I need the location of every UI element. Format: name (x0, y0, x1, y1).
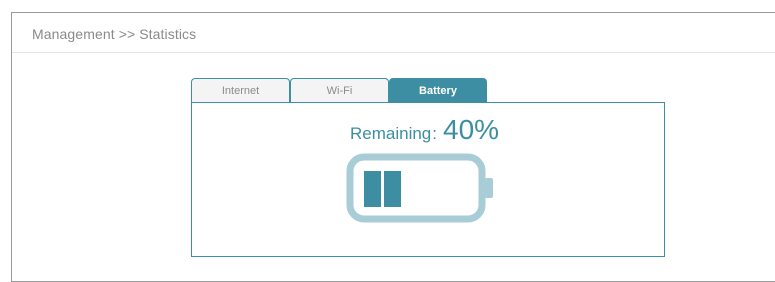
remaining-label: Remaining (350, 124, 432, 143)
header-divider (12, 52, 775, 53)
battery-icon (346, 153, 493, 223)
remaining-value: 40% (443, 114, 500, 145)
tab-wifi[interactable]: Wi-Fi (290, 78, 389, 102)
breadcrumb: Management >> Statistics (32, 26, 197, 42)
battery-fill (364, 171, 401, 207)
tab-battery[interactable]: Battery (389, 78, 487, 102)
battery-terminal (485, 178, 493, 198)
battery-fill-segment (384, 171, 401, 207)
remaining-readout: Remaining : 40% (350, 114, 499, 148)
battery-fill-segment (364, 171, 381, 207)
tab-internet[interactable]: Internet (191, 78, 290, 102)
remaining-separator: : (432, 124, 437, 143)
